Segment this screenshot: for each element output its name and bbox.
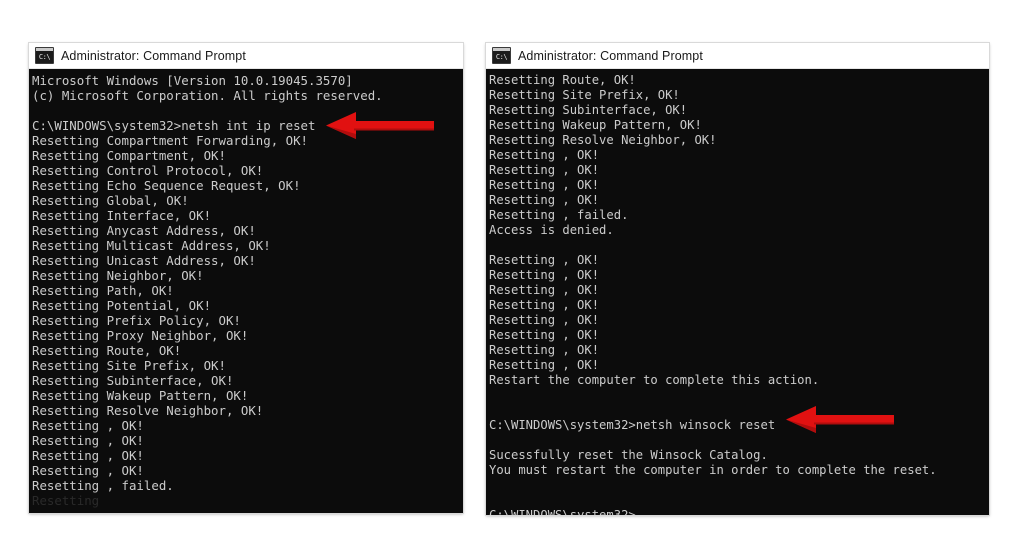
console-output-area-right[interactable]: Resetting Route, OK!Resetting Site Prefi… [486,69,989,515]
console-line: Resetting , failed. [489,208,989,223]
console-line [489,433,989,448]
console-line: Resetting Site Prefix, OK! [489,88,989,103]
command-prompt-icon-glyph: C:\ [39,54,50,61]
console-line [489,238,989,253]
console-line: Restart the computer to complete this ac… [489,373,989,388]
console-line: Resetting , OK! [32,448,463,463]
command-prompt-window-left[interactable]: C:\ Administrator: Command Prompt Micros… [29,43,463,513]
console-line: (c) Microsoft Corporation. All rights re… [32,88,463,103]
titlebar-left[interactable]: C:\ Administrator: Command Prompt [29,43,463,69]
console-line: Resetting , OK! [32,463,463,478]
console-line: Resetting Prefix Policy, OK! [32,313,463,328]
command-prompt-window-right[interactable]: C:\ Administrator: Command Prompt Resett… [486,43,989,515]
console-line [32,103,463,118]
console-line: Resetting , OK! [489,328,989,343]
console-text-right: Resetting Route, OK!Resetting Site Prefi… [489,73,989,515]
console-line: Resetting , OK! [489,298,989,313]
console-line: Resetting Neighbor, OK! [32,268,463,283]
window-title-left: Administrator: Command Prompt [61,49,246,63]
console-output-area-left[interactable]: Microsoft Windows [Version 10.0.19045.35… [29,69,463,513]
console-line: Resetting , OK! [489,193,989,208]
console-line: Resetting Unicast Address, OK! [32,253,463,268]
command-prompt-icon-glyph: C:\ [496,54,507,61]
console-line: C:\WINDOWS\system32>netsh winsock reset [489,418,989,433]
console-line: Resetting Proxy Neighbor, OK! [32,328,463,343]
console-line: You must restart the computer in order t… [489,463,989,478]
console-line: Resetting , OK! [489,268,989,283]
console-line: Resetting , OK! [489,163,989,178]
console-line: Resetting , OK! [489,178,989,193]
window-title-right: Administrator: Command Prompt [518,49,703,63]
console-line: Resetting , OK! [489,148,989,163]
console-line: Resetting Global, OK! [32,193,463,208]
console-line: Resetting , OK! [489,343,989,358]
console-line [489,493,989,508]
console-line: Resetting Anycast Address, OK! [32,223,463,238]
console-line: C:\WINDOWS\system32>netsh int ip reset [32,118,463,133]
console-line: Resetting Resolve Neighbor, OK! [489,133,989,148]
console-line: Resetting Wakeup Pattern, OK! [32,388,463,403]
console-line: Resetting [32,493,463,508]
command-prompt-icon: C:\ [35,47,54,64]
console-line: Resetting , OK! [32,433,463,448]
console-line: Resetting Potential, OK! [32,298,463,313]
console-line: C:\WINDOWS\system32> [489,508,989,515]
console-line [489,478,989,493]
console-line: Sucessfully reset the Winsock Catalog. [489,448,989,463]
titlebar-right[interactable]: C:\ Administrator: Command Prompt [486,43,989,69]
console-line: Resetting Subinterface, OK! [32,373,463,388]
console-line: Resetting , failed. [32,478,463,493]
console-line: Resetting Wakeup Pattern, OK! [489,118,989,133]
console-line: Resetting Site Prefix, OK! [32,358,463,373]
console-line [489,403,989,418]
console-line: Resetting Control Protocol, OK! [32,163,463,178]
console-line: Access is denied. [489,223,989,238]
console-line: Resetting Echo Sequence Request, OK! [32,178,463,193]
console-line: Resetting Interface, OK! [32,208,463,223]
console-line: Resetting Route, OK! [32,343,463,358]
console-line: Resetting Subinterface, OK! [489,103,989,118]
console-line: Resetting Compartment, OK! [32,148,463,163]
console-line: Resetting , OK! [489,283,989,298]
console-line: Microsoft Windows [Version 10.0.19045.35… [32,73,463,88]
command-prompt-icon: C:\ [492,47,511,64]
console-line: Resetting , OK! [32,418,463,433]
console-line: Resetting , OK! [489,253,989,268]
console-line: Resetting , OK! [489,313,989,328]
console-text-left: Microsoft Windows [Version 10.0.19045.35… [32,73,463,508]
console-line: Resetting Path, OK! [32,283,463,298]
console-line [489,388,989,403]
console-line: Resetting Compartment Forwarding, OK! [32,133,463,148]
console-line: Resetting , OK! [489,358,989,373]
console-line: Resetting Multicast Address, OK! [32,238,463,253]
console-line: Resetting Route, OK! [489,73,989,88]
console-line: Resetting Resolve Neighbor, OK! [32,403,463,418]
